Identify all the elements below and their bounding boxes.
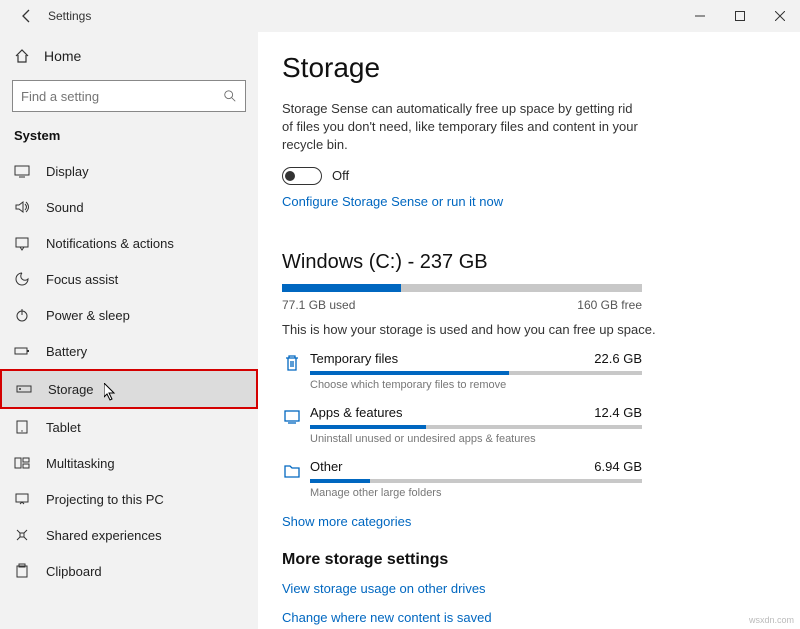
sidebar-item-clipboard[interactable]: Clipboard <box>0 553 258 589</box>
sound-icon <box>14 199 32 215</box>
shared-experiences-icon <box>14 527 32 543</box>
focus-assist-icon <box>14 271 32 287</box>
drive-usage-bar <box>282 284 642 292</box>
back-button[interactable] <box>12 1 42 31</box>
storage-sense-description: Storage Sense can automatically free up … <box>282 100 642 155</box>
close-button[interactable] <box>760 1 800 31</box>
apps-icon <box>282 405 310 427</box>
search-icon <box>223 89 237 103</box>
sidebar-item-shared-experiences[interactable]: Shared experiences <box>0 517 258 553</box>
sidebar-item-notifications[interactable]: Notifications & actions <box>0 225 258 261</box>
minimize-button[interactable] <box>680 1 720 31</box>
storage-sense-toggle[interactable] <box>282 167 322 185</box>
sidebar-item-projecting[interactable]: Projecting to this PC <box>0 481 258 517</box>
display-icon <box>14 163 32 179</box>
page-title: Storage <box>282 52 770 84</box>
notifications-icon <box>14 235 32 251</box>
category-apps-features[interactable]: Apps & features12.4 GB Uninstall unused … <box>282 405 642 445</box>
trash-icon <box>282 351 310 373</box>
sidebar-item-display[interactable]: Display <box>0 153 258 189</box>
more-settings-heading: More storage settings <box>282 551 770 569</box>
sidebar-item-tablet[interactable]: Tablet <box>0 409 258 445</box>
category-temporary-files[interactable]: Temporary files22.6 GB Choose which temp… <box>282 351 642 391</box>
sidebar: Home System Display Sound Notifications … <box>0 32 258 629</box>
home-icon <box>14 48 32 64</box>
window-title: Settings <box>48 9 91 23</box>
sidebar-item-battery[interactable]: Battery <box>0 333 258 369</box>
sidebar-item-storage[interactable]: Storage <box>0 369 258 409</box>
home-label: Home <box>44 48 81 64</box>
usage-description: This is how your storage is used and how… <box>282 322 770 337</box>
used-label: 77.1 GB used <box>282 298 355 312</box>
configure-storage-sense-link[interactable]: Configure Storage Sense or run it now <box>282 194 503 209</box>
sidebar-item-multitasking[interactable]: Multitasking <box>0 445 258 481</box>
sidebar-item-power-sleep[interactable]: Power & sleep <box>0 297 258 333</box>
multitasking-icon <box>14 455 32 471</box>
free-label: 160 GB free <box>577 298 642 312</box>
maximize-button[interactable] <box>720 1 760 31</box>
clipboard-icon <box>14 563 32 579</box>
storage-sense-toggle-state: Off <box>332 168 349 183</box>
search-input[interactable] <box>21 89 223 104</box>
show-more-categories-link[interactable]: Show more categories <box>282 514 411 529</box>
sidebar-group-header: System <box>0 122 258 153</box>
drive-heading: Windows (C:) - 237 GB <box>282 251 770 274</box>
storage-icon <box>16 381 34 397</box>
content-area: Storage Storage Sense can automatically … <box>258 32 800 629</box>
link-view-storage-other-drives[interactable]: View storage usage on other drives <box>282 581 770 596</box>
folder-icon <box>282 459 310 481</box>
cursor-icon <box>104 383 118 401</box>
tablet-icon <box>14 419 32 435</box>
sidebar-item-focus-assist[interactable]: Focus assist <box>0 261 258 297</box>
search-box[interactable] <box>12 80 246 112</box>
projecting-icon <box>14 491 32 507</box>
power-icon <box>14 307 32 323</box>
link-change-save-location[interactable]: Change where new content is saved <box>282 610 770 625</box>
battery-icon <box>14 343 32 359</box>
category-other[interactable]: Other6.94 GB Manage other large folders <box>282 459 642 499</box>
titlebar: Settings <box>0 0 800 32</box>
watermark: wsxdn.com <box>749 615 794 625</box>
home-button[interactable]: Home <box>0 40 258 72</box>
sidebar-item-sound[interactable]: Sound <box>0 189 258 225</box>
